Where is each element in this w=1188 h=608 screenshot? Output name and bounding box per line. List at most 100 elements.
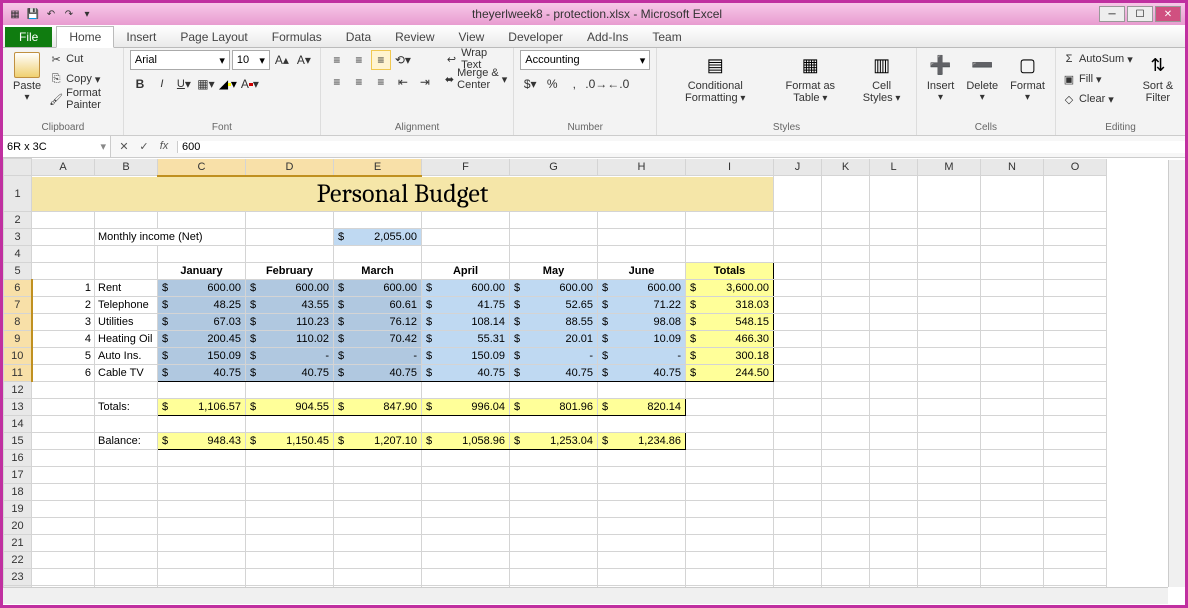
col-header-H[interactable]: H	[598, 159, 686, 176]
cell[interactable]	[598, 212, 686, 229]
cell[interactable]	[1044, 535, 1107, 552]
cell[interactable]	[774, 484, 822, 501]
row-header-23[interactable]: 23	[4, 569, 32, 586]
cell[interactable]	[686, 416, 774, 433]
cell[interactable]	[686, 518, 774, 535]
cell[interactable]: March	[334, 263, 422, 280]
cell[interactable]	[981, 569, 1044, 586]
cell[interactable]	[870, 416, 918, 433]
cell[interactable]	[686, 501, 774, 518]
cell[interactable]	[918, 535, 981, 552]
cell[interactable]	[32, 246, 95, 263]
decrease-decimal-icon[interactable]: ←.0	[608, 74, 628, 94]
cell[interactable]	[246, 450, 334, 467]
cell[interactable]	[774, 314, 822, 331]
cell[interactable]	[774, 348, 822, 365]
cell[interactable]	[774, 280, 822, 297]
cell[interactable]	[870, 433, 918, 450]
tab-developer[interactable]: Developer	[496, 27, 575, 47]
cell[interactable]	[918, 331, 981, 348]
cell[interactable]	[598, 229, 686, 246]
paste-button[interactable]: Paste▾	[9, 50, 45, 105]
cell[interactable]: $996.04	[422, 399, 510, 416]
cell[interactable]	[158, 212, 246, 229]
cell[interactable]: $904.55	[246, 399, 334, 416]
cell-styles-button[interactable]: ▥Cell Styles ▾	[853, 50, 909, 106]
cell[interactable]	[981, 450, 1044, 467]
row-header-6[interactable]: 6	[4, 280, 32, 297]
cell[interactable]	[95, 535, 158, 552]
italic-button[interactable]: I	[152, 74, 172, 94]
cell[interactable]	[822, 484, 870, 501]
cell[interactable]: January	[158, 263, 246, 280]
cell[interactable]	[918, 246, 981, 263]
cell[interactable]	[32, 229, 95, 246]
cell[interactable]	[918, 382, 981, 399]
cell[interactable]: Totals:	[95, 399, 158, 416]
cell[interactable]	[870, 484, 918, 501]
cell[interactable]	[246, 518, 334, 535]
cell[interactable]	[510, 552, 598, 569]
cell[interactable]	[774, 518, 822, 535]
maximize-button[interactable]: ☐	[1127, 6, 1153, 22]
cell[interactable]	[981, 382, 1044, 399]
align-left-icon[interactable]: ≡	[327, 72, 347, 92]
row-header-17[interactable]: 17	[4, 467, 32, 484]
cell[interactable]	[95, 212, 158, 229]
cell[interactable]	[95, 569, 158, 586]
col-header-D[interactable]: D	[246, 159, 334, 176]
cell[interactable]	[598, 484, 686, 501]
cell[interactable]	[981, 433, 1044, 450]
cell[interactable]	[918, 176, 981, 212]
cell[interactable]	[870, 348, 918, 365]
cell[interactable]: $76.12	[334, 314, 422, 331]
minimize-button[interactable]: ─	[1099, 6, 1125, 22]
cell[interactable]: 6	[32, 365, 95, 382]
cell[interactable]	[774, 433, 822, 450]
cell[interactable]	[686, 382, 774, 399]
row-header-19[interactable]: 19	[4, 501, 32, 518]
tab-home[interactable]: Home	[56, 26, 114, 48]
cell[interactable]: $1,058.96	[422, 433, 510, 450]
cell[interactable]	[334, 484, 422, 501]
cell[interactable]	[334, 450, 422, 467]
cell[interactable]	[510, 467, 598, 484]
cell[interactable]	[1044, 348, 1107, 365]
cell[interactable]	[822, 176, 870, 212]
col-header-J[interactable]: J	[774, 159, 822, 176]
cell[interactable]	[95, 467, 158, 484]
cell[interactable]	[686, 450, 774, 467]
cell[interactable]	[918, 297, 981, 314]
cell[interactable]: $600.00	[422, 280, 510, 297]
cell[interactable]	[822, 280, 870, 297]
cell[interactable]	[918, 263, 981, 280]
cell[interactable]	[870, 535, 918, 552]
cell[interactable]: $3,600.00	[686, 280, 774, 297]
cell[interactable]	[32, 518, 95, 535]
cell[interactable]: $600.00	[334, 280, 422, 297]
cell[interactable]	[510, 246, 598, 263]
cell[interactable]	[246, 229, 334, 246]
cell[interactable]	[918, 569, 981, 586]
cell[interactable]	[822, 348, 870, 365]
cell[interactable]	[870, 382, 918, 399]
cell[interactable]	[774, 450, 822, 467]
cell[interactable]: $548.15	[686, 314, 774, 331]
cell[interactable]: $1,234.86	[598, 433, 686, 450]
cell[interactable]	[822, 229, 870, 246]
cell[interactable]: Rent	[95, 280, 158, 297]
cell[interactable]: $-	[510, 348, 598, 365]
cell[interactable]	[334, 382, 422, 399]
cell[interactable]	[510, 501, 598, 518]
cell[interactable]	[32, 484, 95, 501]
align-top-icon[interactable]: ≡	[327, 50, 347, 70]
orientation-icon[interactable]: ⟲▾	[393, 50, 413, 70]
close-button[interactable]: ✕	[1155, 6, 1181, 22]
cell[interactable]: $40.75	[158, 365, 246, 382]
cell[interactable]: $-	[334, 348, 422, 365]
cell[interactable]	[870, 501, 918, 518]
cell[interactable]	[870, 212, 918, 229]
align-bottom-icon[interactable]: ≡	[371, 50, 391, 70]
cell[interactable]	[334, 501, 422, 518]
cell[interactable]	[822, 518, 870, 535]
